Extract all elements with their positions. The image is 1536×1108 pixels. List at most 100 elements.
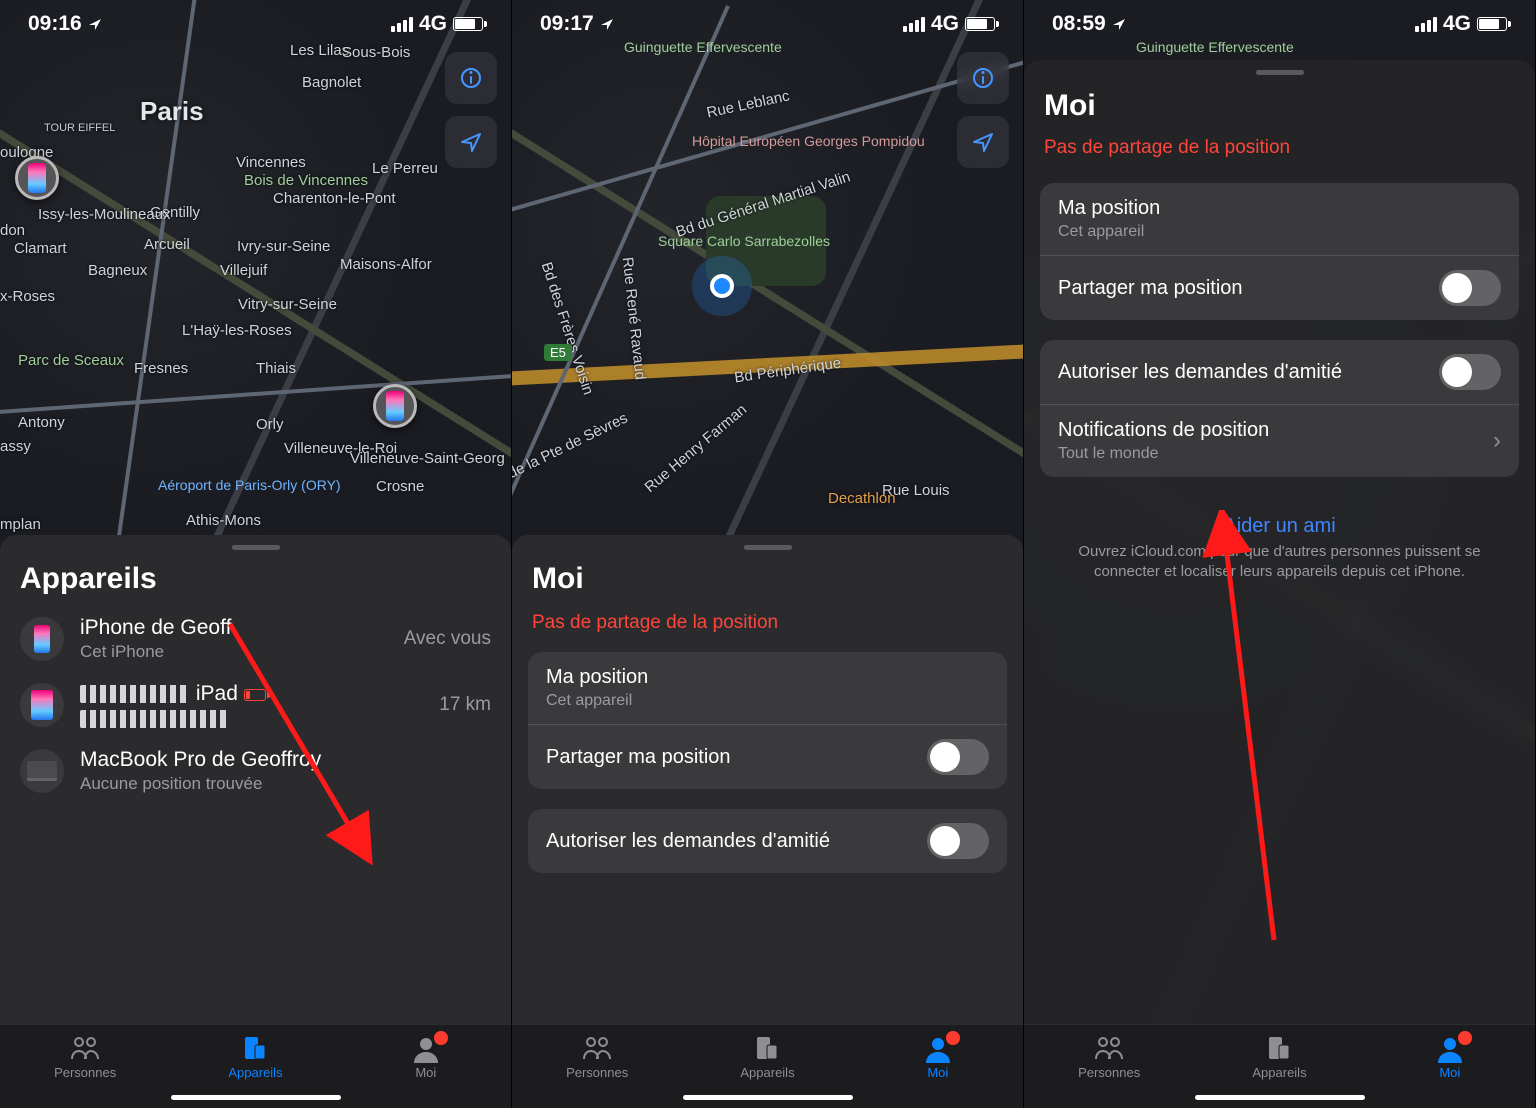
settings-group-1: Ma position Cet appareil Partager ma pos… bbox=[1040, 183, 1519, 320]
location-icon bbox=[88, 17, 102, 31]
cell-title: Notifications de position bbox=[1058, 419, 1269, 442]
location-icon bbox=[1112, 17, 1126, 31]
sheet-title: Moi bbox=[512, 562, 1023, 606]
share-location-toggle[interactable] bbox=[1439, 270, 1501, 306]
status-bar: 09:16 4G bbox=[0, 4, 511, 44]
cell-title: Ma position bbox=[1058, 197, 1160, 220]
people-icon bbox=[580, 1033, 614, 1063]
tab-me[interactable]: Moi bbox=[366, 1033, 486, 1080]
highway-shield: E5 bbox=[544, 344, 572, 361]
tab-people[interactable]: Personnes bbox=[25, 1033, 145, 1080]
battery-icon bbox=[965, 17, 995, 31]
settings-group-2: Autoriser les demandes d'amitié bbox=[528, 809, 1007, 873]
sheet-grabber[interactable] bbox=[1256, 70, 1304, 75]
sheet-grabber[interactable] bbox=[744, 545, 792, 550]
my-location-cell[interactable]: Ma position Cet appareil bbox=[1040, 183, 1519, 255]
notification-badge bbox=[434, 1031, 448, 1045]
notification-badge bbox=[946, 1031, 960, 1045]
current-location-dot bbox=[710, 274, 734, 298]
tab-me[interactable]: Moi bbox=[878, 1033, 998, 1080]
device-marker-ipad[interactable] bbox=[373, 384, 417, 428]
tab-devices[interactable]: Appareils bbox=[195, 1033, 315, 1080]
tab-label: Moi bbox=[1439, 1065, 1460, 1080]
tab-label: Personnes bbox=[566, 1065, 628, 1080]
home-indicator[interactable] bbox=[683, 1095, 853, 1100]
network-label: 4G bbox=[419, 12, 447, 36]
devices-icon bbox=[1262, 1033, 1296, 1063]
status-time: 08:59 bbox=[1052, 12, 1106, 36]
network-label: 4G bbox=[1443, 12, 1471, 36]
tab-label: Appareils bbox=[740, 1065, 794, 1080]
ipad-icon bbox=[20, 683, 64, 727]
battery-icon bbox=[1477, 17, 1507, 31]
decathlon-poi: Decathlon bbox=[828, 490, 896, 507]
low-battery-icon bbox=[244, 689, 266, 701]
cell-title: Autoriser les demandes d'amitié bbox=[546, 830, 830, 853]
friend-requests-cell[interactable]: Autoriser les demandes d'amitié bbox=[1040, 340, 1519, 404]
friend-requests-toggle[interactable] bbox=[1439, 354, 1501, 390]
home-indicator[interactable] bbox=[171, 1095, 341, 1100]
device-row-mac[interactable]: MacBook Pro de Geoffroy Aucune position … bbox=[0, 738, 511, 804]
home-indicator[interactable] bbox=[1195, 1095, 1365, 1100]
sheet-title: Appareils bbox=[0, 562, 511, 606]
devices-sheet[interactable]: Appareils iPhone de Geoff Cet iPhone Ave… bbox=[0, 535, 511, 1050]
devices-icon bbox=[238, 1033, 272, 1063]
people-icon bbox=[1092, 1033, 1126, 1063]
tab-label: Personnes bbox=[1078, 1065, 1140, 1080]
locate-me-button[interactable] bbox=[445, 116, 497, 168]
cell-subtitle: Cet appareil bbox=[1058, 223, 1160, 241]
settings-group-2: Autoriser les demandes d'amitié Notifica… bbox=[1040, 340, 1519, 477]
sheet-title: Moi bbox=[1024, 89, 1535, 137]
device-row-iphone[interactable]: iPhone de Geoff Cet iPhone Avec vous bbox=[0, 606, 511, 672]
device-name: iPad bbox=[80, 682, 423, 706]
cell-title: Partager ma position bbox=[546, 746, 731, 769]
square-poi: Square Carlo Sarrabezolles bbox=[658, 234, 830, 249]
status-time: 09:16 bbox=[28, 12, 82, 36]
sheet-grabber[interactable] bbox=[232, 545, 280, 550]
settings-group-1: Ma position Cet appareil Partager ma pos… bbox=[528, 652, 1007, 789]
tab-people[interactable]: Personnes bbox=[537, 1033, 657, 1080]
device-marker-iphone[interactable] bbox=[15, 156, 59, 200]
tab-label: Moi bbox=[415, 1065, 436, 1080]
cell-subtitle: Cet appareil bbox=[546, 692, 648, 710]
device-distance: Avec vous bbox=[404, 628, 491, 650]
tab-label: Appareils bbox=[228, 1065, 282, 1080]
friend-requests-cell[interactable]: Autoriser les demandes d'amitié bbox=[528, 809, 1007, 873]
sharing-warning: Pas de partage de la position bbox=[512, 606, 1023, 652]
device-name: MacBook Pro de Geoffroy bbox=[80, 748, 491, 772]
share-location-cell[interactable]: Partager ma position bbox=[528, 724, 1007, 789]
me-sheet-expanded[interactable]: Moi Pas de partage de la position Ma pos… bbox=[1024, 60, 1535, 1050]
redacted-text bbox=[80, 685, 190, 703]
screenshot-3: Guinguette Effervescente 08:59 4G Moi Pa… bbox=[1024, 0, 1536, 1108]
friend-requests-toggle[interactable] bbox=[927, 823, 989, 859]
tab-people[interactable]: Personnes bbox=[1049, 1033, 1169, 1080]
info-map-button[interactable] bbox=[445, 52, 497, 104]
hospital-poi: Hôpital Européen Georges Pompidou bbox=[692, 134, 925, 149]
map[interactable]: Paris Les Lilas Bagnolet Vincennes Chare… bbox=[0, 0, 511, 560]
help-friend-link[interactable]: Aider un ami bbox=[1024, 497, 1535, 542]
device-sub: Cet iPhone bbox=[80, 642, 388, 662]
my-location-cell[interactable]: Ma position Cet appareil bbox=[528, 652, 1007, 724]
share-location-toggle[interactable] bbox=[927, 739, 989, 775]
map-city-label: Paris bbox=[140, 96, 204, 127]
device-sub bbox=[80, 708, 423, 728]
share-location-cell[interactable]: Partager ma position bbox=[1040, 255, 1519, 320]
screenshot-1: Paris Les Lilas Bagnolet Vincennes Chare… bbox=[0, 0, 512, 1108]
location-notifications-cell[interactable]: Notifications de position Tout le monde … bbox=[1040, 404, 1519, 477]
signal-icon bbox=[1415, 17, 1437, 32]
tab-label: Moi bbox=[927, 1065, 948, 1080]
network-label: 4G bbox=[931, 12, 959, 36]
device-row-ipad[interactable]: iPad 17 km bbox=[0, 672, 511, 738]
tab-me[interactable]: Moi bbox=[1390, 1033, 1510, 1080]
signal-icon bbox=[903, 17, 925, 32]
info-map-button[interactable] bbox=[957, 52, 1009, 104]
locate-me-button[interactable] bbox=[957, 116, 1009, 168]
tab-bar: Personnes Appareils Moi bbox=[512, 1024, 1023, 1108]
tab-devices[interactable]: Appareils bbox=[707, 1033, 827, 1080]
map[interactable]: Rue Leblanc Bd du Général Martial Valin … bbox=[512, 0, 1023, 560]
tab-devices[interactable]: Appareils bbox=[1219, 1033, 1339, 1080]
location-icon bbox=[600, 17, 614, 31]
me-sheet[interactable]: Moi Pas de partage de la position Ma pos… bbox=[512, 535, 1023, 1050]
status-bar: 09:17 4G bbox=[512, 4, 1023, 44]
chevron-right-icon: › bbox=[1493, 427, 1501, 455]
